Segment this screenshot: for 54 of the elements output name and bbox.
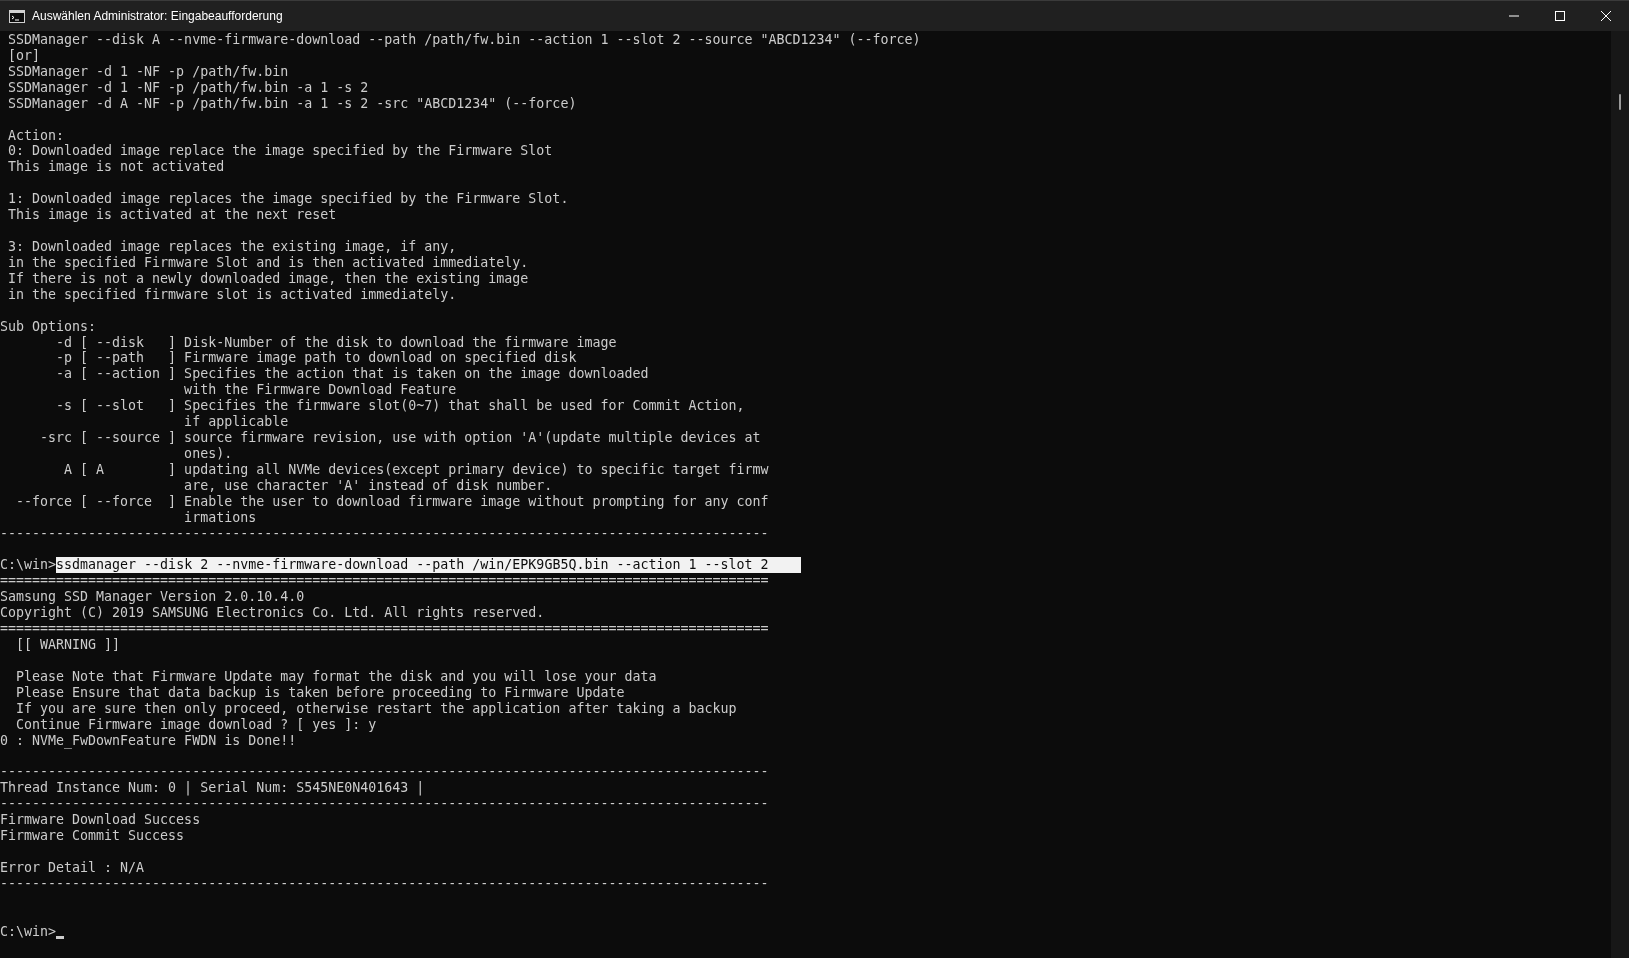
scrollbar[interactable] [1611,31,1629,958]
selected-command: ssdmanager --disk 2 --nvme-firmware-download --path /win/EPK9GB5Q.bin --action 1 --slot 2 [56,557,801,574]
terminal-line: -p [ --path ] Firmware image path to download on specified disk [55,350,577,367]
command-prompt: C:\win> [0,557,57,574]
terminal-line: SSDManager -d A -NF -p /path/fw.bin -a 1 -s 2 -src "ABCD1234" (--force) [7,95,577,112]
terminal-line: -s [ --slot ] Specifies the firmware slot(0~7) that shall be used for Commit Action, [55,398,745,415]
terminal-line: Please Ensure that data backup is taken before proceeding to Firmware Update [15,684,625,701]
terminal-line: -src [ --source ] source firmware revision, use with option 'A'(update multiple devices at [39,430,761,446]
terminal-line: -d [ --disk ] Disk-Number of the disk to download the firmware image [55,334,617,351]
terminal-line: A [ A ] updating all NVMe devices(except primary device) to specific target firmw [63,461,769,478]
command-prompt: C:\win> [0,923,57,940]
terminal-line: --force [ --force ] Enable the user to download firmware image without prompting for any conf [15,493,769,510]
terminal-line: are, use character 'A' instead of disk number. [183,477,553,494]
terminal-line: ------------------------------------------------------------------------------------------------ [0,875,769,892]
terminal-line: with the Firmware Download Feature [183,382,457,399]
terminal-line: [or] [7,47,41,64]
terminal-line: ones). [183,445,233,462]
terminal-line: Copyright (C) 2019 SAMSUNG Electronics Co. Ltd. All rights reserved. [0,605,545,622]
terminal-line: Action: [7,127,65,144]
terminal-line: Firmware Commit Success [0,828,185,844]
terminal-line: ================================================================================================ [0,621,769,638]
terminal-line: in the specified firmware slot is activated immediately. [7,286,457,303]
terminal-line: in the specified Firmware Slot and is then activated immediately. [7,254,529,271]
terminal-line: SSDManager -d 1 -NF -p /path/fw.bin -a 1 -s 2 [7,79,369,96]
terminal-line: Samsung SSD Manager Version 2.0.10.4.0 [0,589,305,606]
terminal-line: [[ WARNING ]] [15,637,121,653]
terminal-icon [9,9,25,23]
terminal-line: If you are sure then only proceed, otherwise restart the application after taking a backup [15,700,737,717]
terminal-line: This image is activated at the next reset [7,207,337,224]
terminal-line: Please Note that Firmware Update may format the disk and you will lose your data [15,668,657,685]
terminal-line: ------------------------------------------------------------------------------------------------ [0,764,769,781]
terminal-line: If there is not a newly downloaded image, then the existing image [7,270,529,287]
terminal-line: ------------------------------------------------------------------------------------------------ [0,525,769,542]
terminal-line: 0: Downloaded image replace the image specified by the Firmware Slot [7,143,553,160]
terminal-line: This image is not activated [7,159,225,176]
terminal-line: Continue Firmware image download ? [ yes ]: y [15,716,377,733]
terminal-line: 0 : NVMe_FwDownFeature FWDN is Done!! [0,732,297,749]
terminal-line: 3: Downloaded image replaces the existing image, if any, [7,239,457,255]
terminal-line: 1: Downloaded image replaces the image specified by the Firmware Slot. [7,191,569,208]
close-icon [1601,11,1611,21]
terminal-line: if applicable [183,414,289,431]
terminal-line: SSDManager -d 1 -NF -p /path/fw.bin [7,63,289,80]
terminal-line: irmations [183,509,257,526]
terminal-line: Sub Options: [0,318,97,335]
window-title: Auswählen Administrator: Eingabeaufforderung [32,9,284,23]
terminal-line: -a [ --action ] Specifies the action that is taken on the image downloaded [55,366,649,383]
terminal-line: Error Detail : N/A [0,859,145,876]
scrollbar-thumb[interactable] [1619,94,1621,110]
maximize-icon [1555,11,1565,21]
terminal-line: ------------------------------------------------------------------------------------------------ [0,796,769,813]
terminal-line: ================================================================================================ [0,573,769,590]
terminal-line: Thread Instance Num: 0 | Serial Num: S545NE0N401643 | [0,780,425,797]
terminal-line: SSDManager --disk A --nvme-firmware-download --path /path/fw.bin --action 1 --slot 2 --source "ABCD1234" (--force) [7,32,921,48]
terminal-line: Firmware Download Success [0,812,201,829]
